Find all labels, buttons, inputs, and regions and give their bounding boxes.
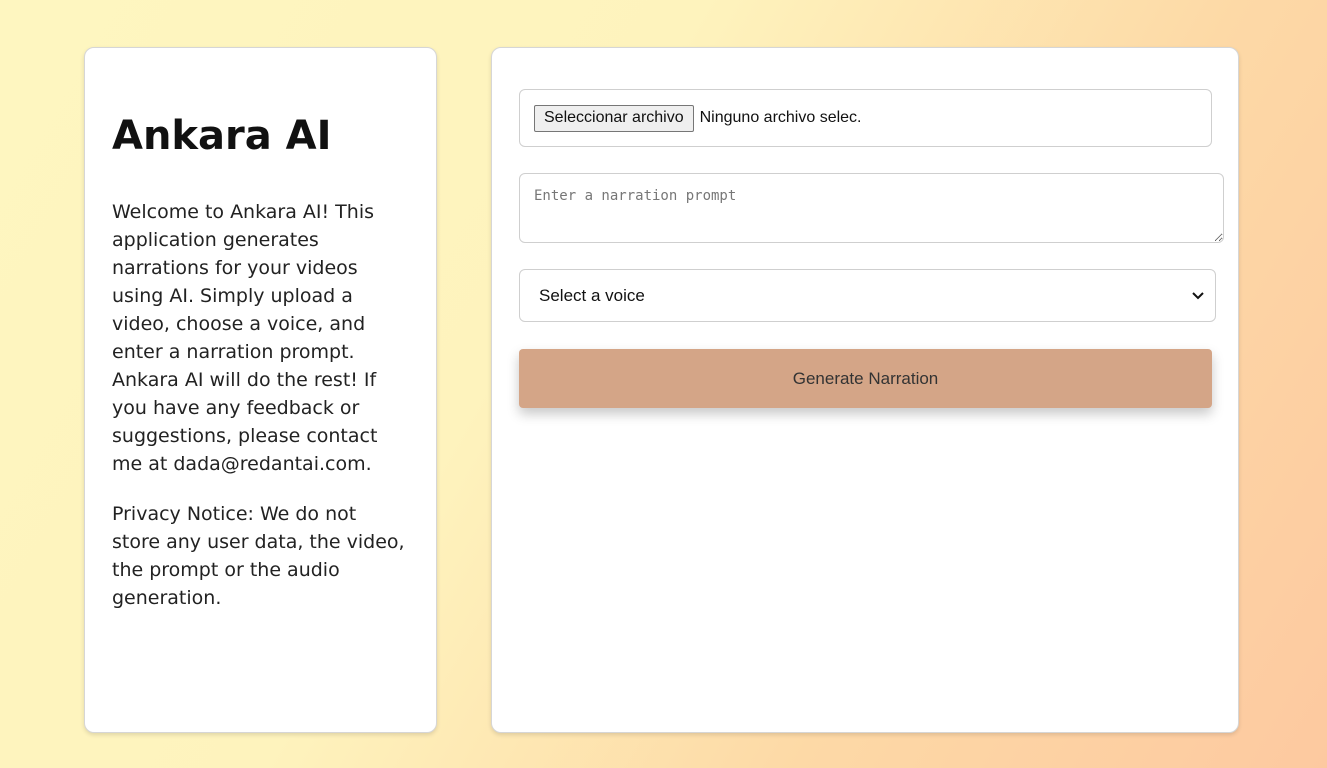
video-file-input[interactable]: Seleccionar archivo Ninguno archivo sele… [519,89,1212,147]
file-status-text: Ninguno archivo selec. [699,109,862,126]
app-title: Ankara AI [112,113,332,159]
voice-select[interactable]: Select a voice [519,269,1216,322]
narration-form-panel: Seleccionar archivo Ninguno archivo sele… [491,47,1239,733]
narration-prompt-input[interactable] [519,173,1224,243]
info-panel: Ankara AI Welcome to Ankara AI! This app… [84,47,437,733]
generate-narration-button[interactable]: Generate Narration [519,349,1212,408]
chevron-down-icon [1191,289,1205,303]
app-description: Welcome to Ankara AI! This application g… [112,201,378,475]
privacy-notice: Privacy Notice: We do not store any user… [112,503,405,609]
choose-file-button[interactable]: Seleccionar archivo [534,104,694,132]
voice-select-value: Select a voice [539,285,645,305]
